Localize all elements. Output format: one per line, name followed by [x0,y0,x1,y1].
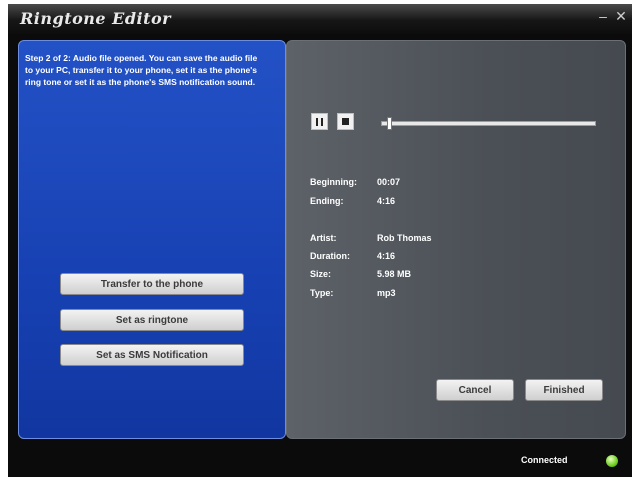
connection-status-icon [606,455,618,467]
artist-label: Artist: [310,233,337,243]
playback-slider-thumb[interactable] [387,117,393,130]
set-as-ringtone-button[interactable]: Set as ringtone [60,309,244,331]
title-bar[interactable]: Ringtone Editor – ✕ [8,4,632,34]
ending-label: Ending: [310,196,344,206]
stop-button[interactable] [337,113,354,130]
app-title: Ringtone Editor [20,9,172,28]
minimize-button[interactable]: – [596,9,610,23]
size-label: Size: [310,269,332,279]
set-as-sms-notification-button[interactable]: Set as SMS Notification [60,344,244,366]
stop-icon [342,118,349,125]
pause-icon [316,118,318,126]
duration-label: Duration: [310,251,350,261]
transfer-to-phone-button[interactable]: Transfer to the phone [60,273,244,295]
type-label: Type: [310,288,334,298]
size-value: 5.98 MB [377,269,412,279]
artist-value: Rob Thomas [377,233,432,243]
ending-value: 4:16 [377,196,396,206]
playback-slider[interactable] [381,121,596,126]
cancel-button[interactable]: Cancel [436,379,514,401]
pause-icon [321,118,323,126]
type-value: mp3 [377,288,396,298]
duration-value: 4:16 [377,251,396,261]
beginning-label: Beginning: [310,177,357,187]
connection-status: Connected [521,455,568,465]
close-button[interactable]: ✕ [614,9,628,23]
finished-button[interactable]: Finished [525,379,603,401]
step-panel [18,40,286,439]
beginning-value: 00:07 [377,177,401,187]
pause-button[interactable] [311,113,328,130]
step-message: Step 2 of 2: Audio file opened. You can … [25,53,258,87]
